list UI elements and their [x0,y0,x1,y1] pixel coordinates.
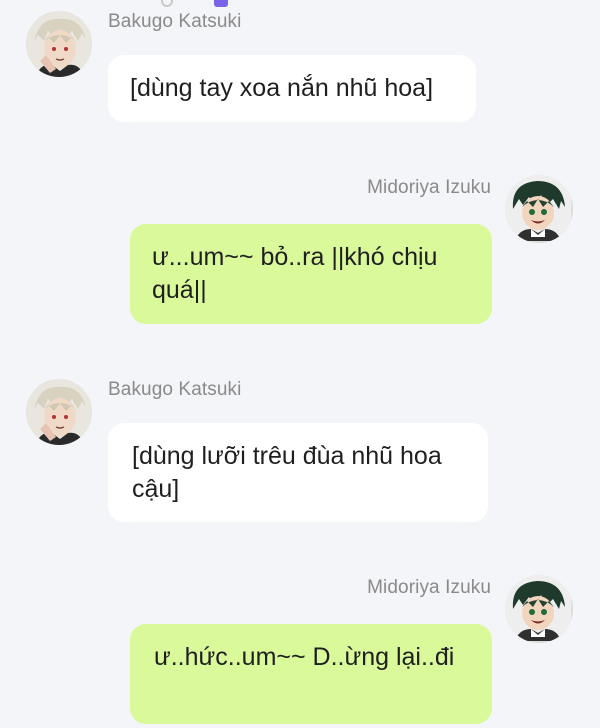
sender-name: Bakugo Katsuki [108,11,242,32]
message-bubble[interactable]: [dùng lưỡi trêu đùa nhũ hoa cậu] [108,423,488,522]
sender-name: Midoriya Izuku [367,577,491,598]
message-text: ư..hức..um~~ D..ừng lại..đi [154,643,455,671]
message-bubble[interactable]: ư..hức..um~~ D..ừng lại..đi [130,624,492,724]
top-edge-badge [213,0,229,7]
message-bubble[interactable]: [dùng tay xoa nắn nhũ hoa] [108,55,476,122]
midoriya-avatar[interactable] [505,575,573,643]
message-text: [dùng lưỡi trêu đùa nhũ hoa cậu] [132,442,442,503]
sender-name: Bakugo Katsuki [108,379,242,400]
message-text: [dùng tay xoa nắn nhũ hoa] [130,74,434,102]
sender-name: Midoriya Izuku [367,177,491,198]
midoriya-avatar[interactable] [505,175,573,243]
bakugo-avatar[interactable] [26,379,92,445]
bakugo-avatar[interactable] [26,11,92,77]
top-edge-fragment [160,0,174,7]
message-text: ư...um~~ bỏ..ra ||khó chịu quá|| [152,243,438,304]
message-bubble[interactable]: ư...um~~ bỏ..ra ||khó chịu quá|| [130,224,492,324]
